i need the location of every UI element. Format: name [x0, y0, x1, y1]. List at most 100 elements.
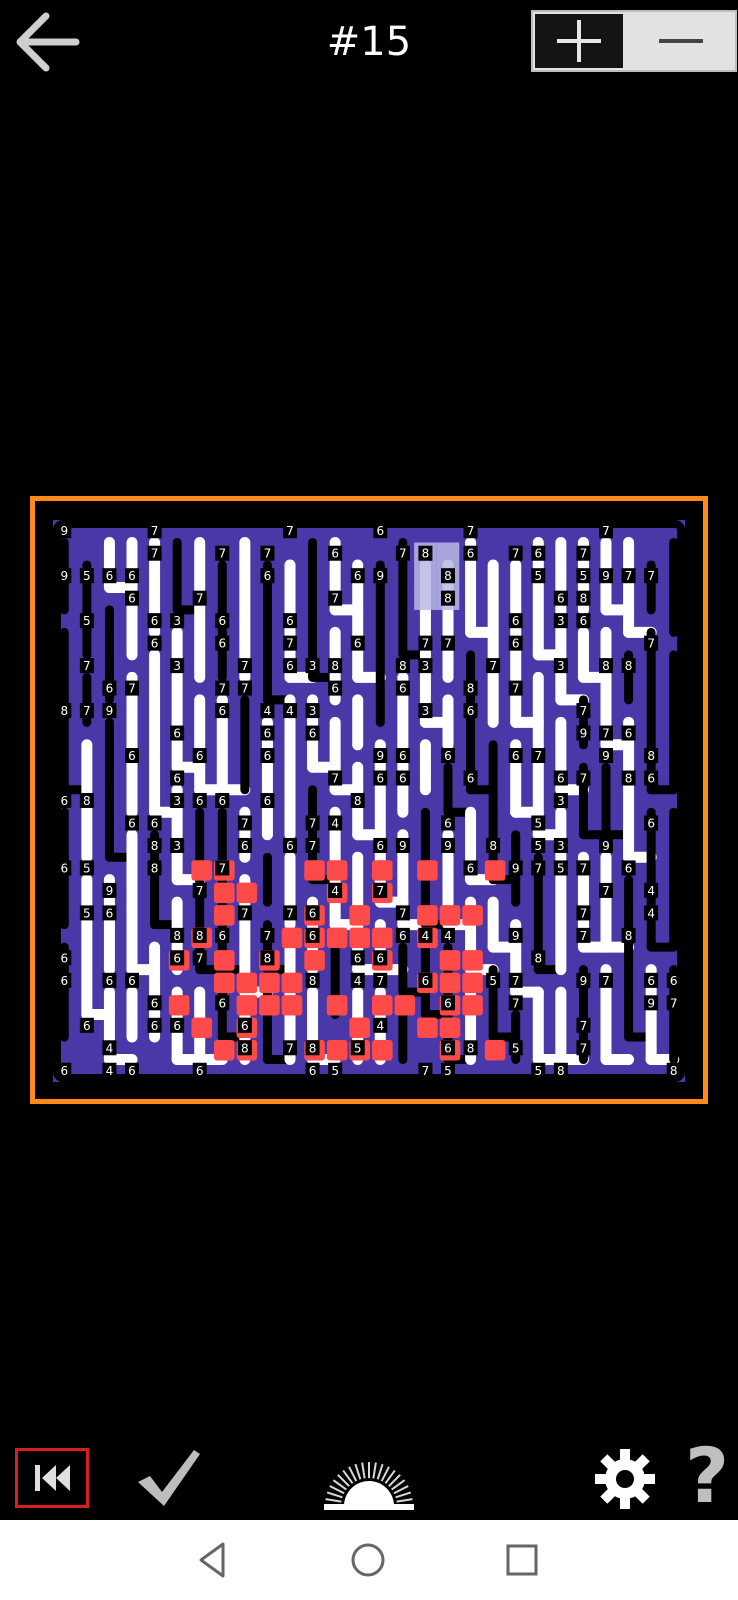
clue-number: 6: [218, 996, 226, 1010]
clue-number: 6: [264, 727, 272, 741]
gear-icon: [595, 1449, 655, 1509]
clue-number: 7: [444, 637, 452, 651]
clue-number: 7: [286, 637, 294, 651]
clue-number: 7: [512, 682, 520, 696]
clue-number: 6: [444, 1041, 452, 1055]
clue-number: 9: [376, 749, 384, 763]
maze-board[interactable]: 9 7 7 6 7 77 7 7 6 7 8 6 7 6 79 5 6 6 6 6 9 8 5 5 9 7 76 7 7 8 6 85 6 3 6 6…: [53, 520, 685, 1082]
clue-number: 6: [264, 569, 272, 583]
sunrise-button[interactable]: [322, 1450, 416, 1512]
clue-number: 4: [331, 884, 339, 898]
clue-number: 6: [647, 974, 655, 988]
clue-number: 7: [489, 659, 497, 673]
clue-number: 5: [534, 1064, 542, 1078]
clue-number: 6: [647, 772, 655, 786]
clue-number: 6: [128, 1064, 136, 1078]
clue-number: 8: [241, 1041, 249, 1055]
clue-number: 7: [512, 547, 520, 561]
clue-number: 5: [83, 614, 91, 628]
clue-number: 3: [557, 794, 565, 808]
clue-number: 7: [286, 524, 294, 538]
clue-number: 4: [354, 974, 362, 988]
clue-number: 6: [264, 794, 272, 808]
clue-number: 6: [106, 974, 114, 988]
clue-number: 8: [625, 659, 633, 673]
clue-number: 6: [196, 1064, 204, 1078]
clue-number: 5: [331, 1064, 339, 1078]
nav-back-triangle-icon: [199, 1542, 225, 1578]
clue-number: 7: [602, 524, 610, 538]
clue-number: 7: [241, 906, 249, 920]
clue-number: 7: [647, 569, 655, 583]
clue-number: 6: [354, 951, 362, 965]
clue-number: 9: [580, 974, 588, 988]
clue-number: 6: [128, 592, 136, 606]
clue-number: 6: [512, 637, 520, 651]
clue-number: 6: [241, 1019, 249, 1033]
clue-number: 5: [83, 861, 91, 875]
plus-icon: [557, 20, 601, 62]
clue-number: 7: [422, 1064, 430, 1078]
highlight-cell[interactable]: [414, 587, 437, 610]
check-button[interactable]: [134, 1446, 204, 1510]
clue-number: 5: [580, 569, 588, 583]
clue-number: 6: [173, 951, 181, 965]
clue-number: 8: [331, 659, 339, 673]
clue-number: 5: [444, 1064, 452, 1078]
clue-number: 7: [241, 682, 249, 696]
nav-recent-button[interactable]: [500, 1538, 544, 1582]
nav-back-button[interactable]: [191, 1538, 235, 1582]
nav-home-button[interactable]: [346, 1538, 390, 1582]
clue-number: 4: [647, 906, 655, 920]
clue-number: 3: [309, 704, 317, 718]
rewind-button[interactable]: [15, 1448, 89, 1508]
clue-number: 6: [399, 772, 407, 786]
clue-number: 8: [264, 951, 272, 965]
clue-number: 6: [557, 772, 565, 786]
clue-number: 4: [286, 704, 294, 718]
clue-number: 5: [354, 1041, 362, 1055]
clue-number: 6: [354, 637, 362, 651]
highlight-cell[interactable]: [414, 564, 437, 588]
clue-number: 9: [647, 996, 655, 1010]
clue-number: 8: [151, 861, 159, 875]
checkmark-icon: [138, 1450, 200, 1506]
clue-number: 8: [422, 547, 430, 561]
clue-number: 6: [467, 704, 475, 718]
clue-number: 6: [354, 569, 362, 583]
highlight-cell[interactable]: [436, 542, 460, 565]
clue-number: 6: [331, 682, 339, 696]
clue-number: 6: [399, 929, 407, 943]
clue-number: 7: [534, 861, 542, 875]
clue-number: 7: [309, 839, 317, 853]
clue-number: 3: [173, 839, 181, 853]
clue-number: 6: [218, 614, 226, 628]
clue-number: 3: [557, 659, 565, 673]
clue-number: 6: [151, 1019, 159, 1033]
clue-number: 7: [83, 659, 91, 673]
clue-number: 7: [309, 816, 317, 830]
clue-number: 8: [399, 659, 407, 673]
clue-number: 3: [173, 659, 181, 673]
zoom-out-button[interactable]: [631, 14, 731, 68]
clue-number: 4: [264, 704, 272, 718]
clue-number: 6: [309, 727, 317, 741]
clue-number: 4: [647, 884, 655, 898]
help-button[interactable]: ?: [682, 1436, 732, 1516]
zoom-in-button[interactable]: [535, 14, 623, 68]
clue-number: 9: [602, 839, 610, 853]
clue-number: 7: [218, 547, 226, 561]
clue-number: 6: [128, 749, 136, 763]
settings-button[interactable]: [592, 1446, 658, 1512]
clue-number: 8: [467, 1041, 475, 1055]
clue-number: 6: [151, 996, 159, 1010]
clue-number: 3: [422, 704, 430, 718]
clue-number: 8: [534, 951, 542, 965]
clue-number: 6: [647, 816, 655, 830]
clue-number: 8: [309, 974, 317, 988]
clue-number: 6: [151, 614, 159, 628]
clue-number: 9: [444, 839, 452, 853]
clue-number: 6: [399, 749, 407, 763]
clue-number: 7: [241, 816, 249, 830]
clue-number: 8: [444, 569, 452, 583]
